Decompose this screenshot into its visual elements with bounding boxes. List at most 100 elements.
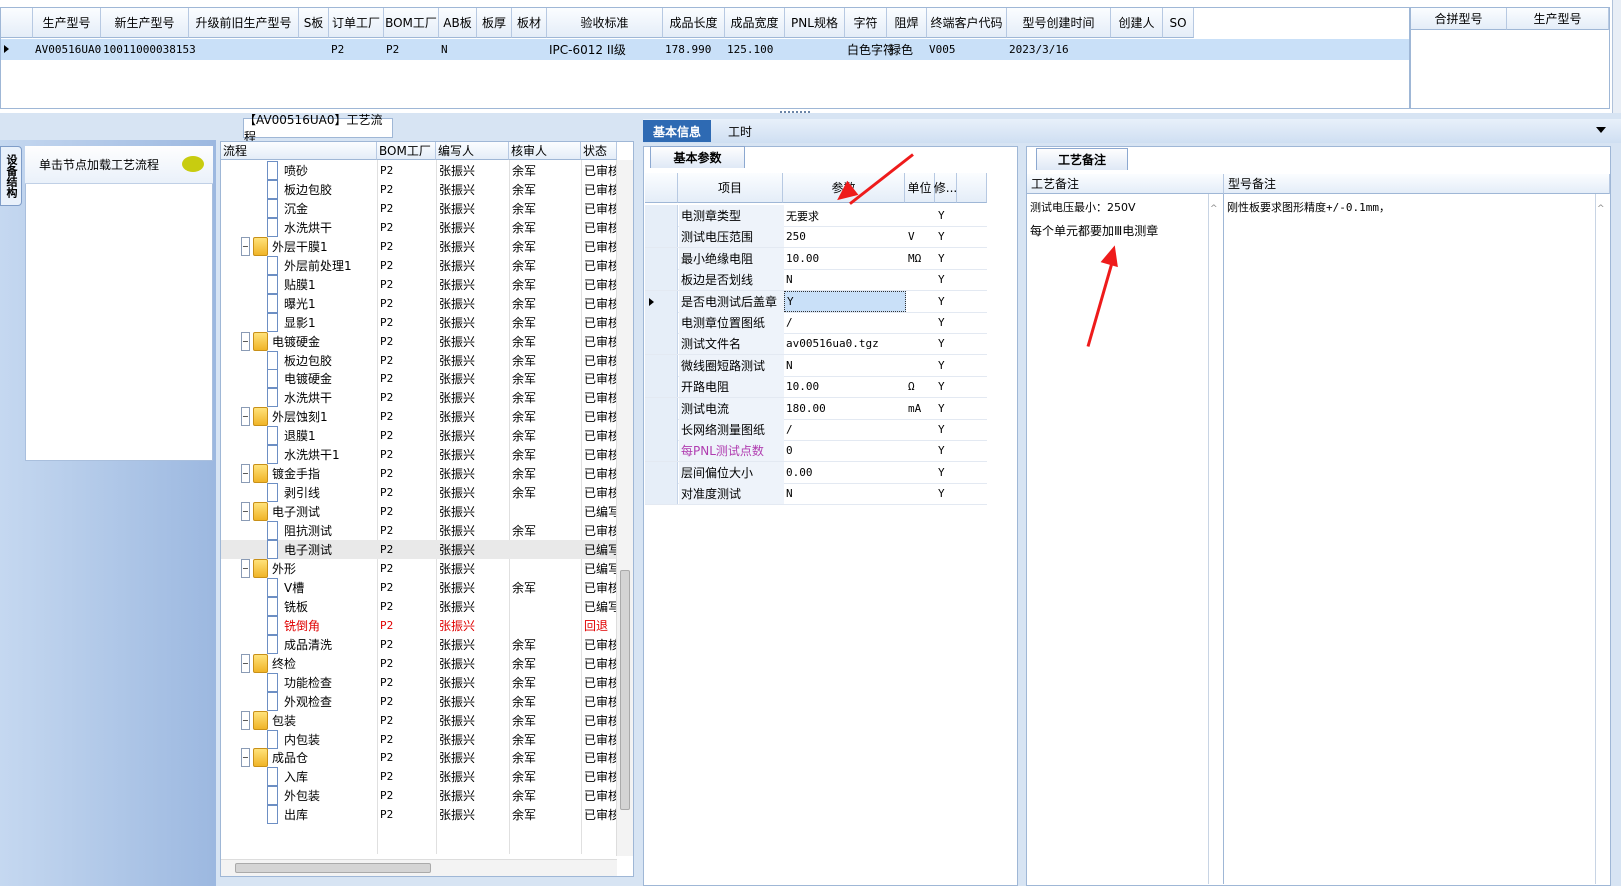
tree-node-name[interactable]: 沉金 [267, 198, 377, 218]
tree-row[interactable]: 内包装 P2 张振兴 余军 已审核 [221, 729, 617, 749]
grid-cell[interactable] [785, 39, 845, 60]
tree-node-name[interactable]: 贴膜1 [267, 274, 377, 294]
tree-node-name[interactable]: − 包装 [241, 710, 377, 730]
param-value[interactable]: Y [784, 290, 906, 312]
tree-header-writer[interactable]: 编写人 [436, 142, 509, 160]
column-header[interactable]: 终端客户代码 [927, 8, 1007, 38]
tree-vertical-scrollbar[interactable] [616, 160, 633, 856]
tree-row[interactable]: 铣倒角 P2 张振兴 回退 [221, 615, 617, 635]
tree-node-name[interactable]: V槽 [267, 577, 377, 597]
tree-header-flow[interactable]: 流程 [221, 142, 377, 160]
tree-header-bom[interactable]: BOM工厂 [377, 142, 436, 160]
tree-node-name[interactable]: 曝光1 [267, 293, 377, 313]
tree-row[interactable]: 外观检查 P2 张振兴 余军 已审核 [221, 691, 617, 711]
tab-process-notes[interactable]: 工艺备注 [1036, 148, 1128, 170]
param-row-header[interactable] [645, 397, 678, 419]
tree-row[interactable]: 水洗烘干1 P2 张振兴 余军 已审核 [221, 445, 617, 465]
notes-header-model[interactable]: 型号备注 [1224, 174, 1610, 194]
param-row-header[interactable] [645, 226, 678, 248]
tree-node-name[interactable]: 阻抗测试 [267, 521, 377, 541]
param-value[interactable]: N [784, 355, 906, 376]
column-header[interactable]: 新生产型号 [101, 8, 189, 38]
tree-row[interactable]: − 电镀硬金 P2 张振兴 余军 已审核 [221, 331, 617, 351]
param-value[interactable]: 10.00 [784, 376, 906, 397]
tree-node-name[interactable]: 板边包胶 [267, 350, 377, 370]
tree-header-status[interactable]: 状态 [581, 142, 617, 160]
tree-row[interactable]: 外包装 P2 张振兴 余军 已审核 [221, 786, 617, 806]
column-header[interactable]: BOM工厂 [384, 8, 439, 38]
column-header[interactable]: AB板 [439, 8, 477, 38]
param-row-header[interactable] [645, 269, 678, 291]
tree-row[interactable]: 贴膜1 P2 张振兴 余军 已审核 [221, 274, 617, 294]
tree-row[interactable]: 成品清洗 P2 张振兴 余军 已审核 [221, 634, 617, 654]
tab-work-hours[interactable]: 工时 [715, 120, 765, 142]
notes-header-process[interactable]: 工艺备注 [1027, 174, 1224, 194]
tree-row[interactable]: 水洗烘干 P2 张振兴 余军 已审核 [221, 217, 617, 237]
tree-row[interactable]: 沉金 P2 张振兴 余军 已审核 [221, 198, 617, 218]
column-header[interactable]: 创建人 [1111, 8, 1163, 38]
param-value[interactable]: av00516ua0.tgz [784, 333, 906, 354]
tree-node-name[interactable]: − 镀金手指 [241, 464, 377, 484]
param-row-header[interactable] [645, 354, 678, 376]
grid-cell[interactable]: AV00516UA0 [33, 39, 101, 60]
tree-node-name[interactable]: 内包装 [267, 729, 377, 749]
tree-row[interactable]: 外层前处理1 P2 张振兴 余军 已审核 [221, 255, 617, 275]
tree-node-name[interactable]: − 外层蚀刻1 [241, 407, 377, 427]
column-header[interactable]: PNL规格 [785, 8, 845, 38]
grid-cell[interactable]: N [439, 39, 477, 60]
params-header-item[interactable]: 项目 [678, 173, 783, 203]
param-row-header[interactable] [645, 247, 678, 269]
tree-node-name[interactable]: 铣板 [267, 596, 377, 616]
column-header[interactable]: 订单工厂 [329, 8, 384, 38]
tree-row[interactable]: − 终检 P2 张振兴 余军 已审核 [221, 653, 617, 673]
tree-node-name[interactable]: − 电镀硬金 [241, 331, 377, 351]
param-value[interactable]: 0 [784, 440, 906, 461]
tab-basic-params[interactable]: 基本参数 [650, 146, 745, 168]
tree-row[interactable]: − 电子测试 P2 张振兴 已编写 [221, 502, 617, 522]
tree-node-name[interactable]: 入库 [267, 767, 377, 787]
tree-row[interactable]: − 外形 P2 张振兴 已编写 [221, 558, 617, 578]
grid-cell[interactable] [512, 39, 547, 60]
tree-row[interactable]: 水洗烘干 P2 张振兴 余军 已审核 [221, 388, 617, 408]
column-header[interactable]: 成品宽度 [725, 8, 785, 38]
column-header[interactable]: SO [1163, 8, 1194, 38]
tree-row[interactable]: V槽 P2 张振兴 余军 已审核 [221, 577, 617, 597]
column-header[interactable]: S板 [299, 8, 329, 38]
tree-row[interactable]: 出库 P2 张振兴 余军 已审核 [221, 805, 617, 825]
param-value[interactable]: / [784, 312, 906, 333]
tree-node-name[interactable]: − 外形 [241, 558, 377, 578]
tree-node-name[interactable]: 退膜1 [267, 426, 377, 446]
param-row-header[interactable] [645, 483, 678, 505]
param-row[interactable]: 长网络测量图纸 / Y [645, 419, 987, 441]
tabs-dropdown-icon[interactable] [1596, 127, 1606, 133]
tree-node-name[interactable]: 板边包胶 [267, 179, 377, 199]
param-value[interactable]: 无要求 [784, 205, 906, 226]
tree-row[interactable]: 电镀硬金 P2 张振兴 余军 已审核 [221, 369, 617, 389]
collapse-icon[interactable]: − [241, 331, 250, 351]
grid-cell[interactable]: V005 [927, 39, 1007, 60]
params-header-modify[interactable]: 修... [934, 173, 957, 203]
param-row-header[interactable] [645, 312, 678, 333]
tree-node-name[interactable]: 电子测试 [267, 540, 377, 559]
collapse-icon[interactable]: − [241, 558, 250, 578]
tree-node-name[interactable]: − 电子测试 [241, 502, 377, 522]
tree-node-name[interactable]: 铣倒角 [267, 615, 377, 635]
tree-row[interactable]: 板边包胶 P2 张振兴 余军 已审核 [221, 350, 617, 370]
tree-row[interactable]: − 成品仓 P2 张振兴 余军 已审核 [221, 748, 617, 768]
param-row[interactable]: 微线圈短路测试 N Y [645, 354, 987, 377]
param-row[interactable]: 测试电流 180.00 mA Y [645, 397, 987, 420]
process-note-line-2[interactable]: 每个单元都要加Ⅲ电测章 [1030, 222, 1158, 239]
tree-node-name[interactable]: 水洗烘干1 [267, 445, 377, 465]
grid-cell[interactable]: 绿色 [887, 39, 927, 60]
param-row-header[interactable] [645, 440, 678, 462]
tree-node-name[interactable]: 剥引线 [267, 483, 377, 503]
tree-node-name[interactable]: − 外层干膜1 [241, 236, 377, 256]
tree-row[interactable]: − 外层蚀刻1 P2 张振兴 余军 已审核 [221, 407, 617, 427]
notes-scroll-up-icon[interactable]: ^ [1210, 204, 1218, 214]
grid-cell[interactable]: 白色字符 [845, 39, 895, 60]
tree-node-name[interactable]: 显影1 [267, 312, 377, 332]
param-value[interactable]: N [784, 269, 906, 290]
grid-cell[interactable]: P2 [384, 39, 439, 60]
splitter-grip[interactable] [780, 111, 810, 115]
param-row[interactable]: 电测章位置图纸 / Y [645, 312, 987, 334]
